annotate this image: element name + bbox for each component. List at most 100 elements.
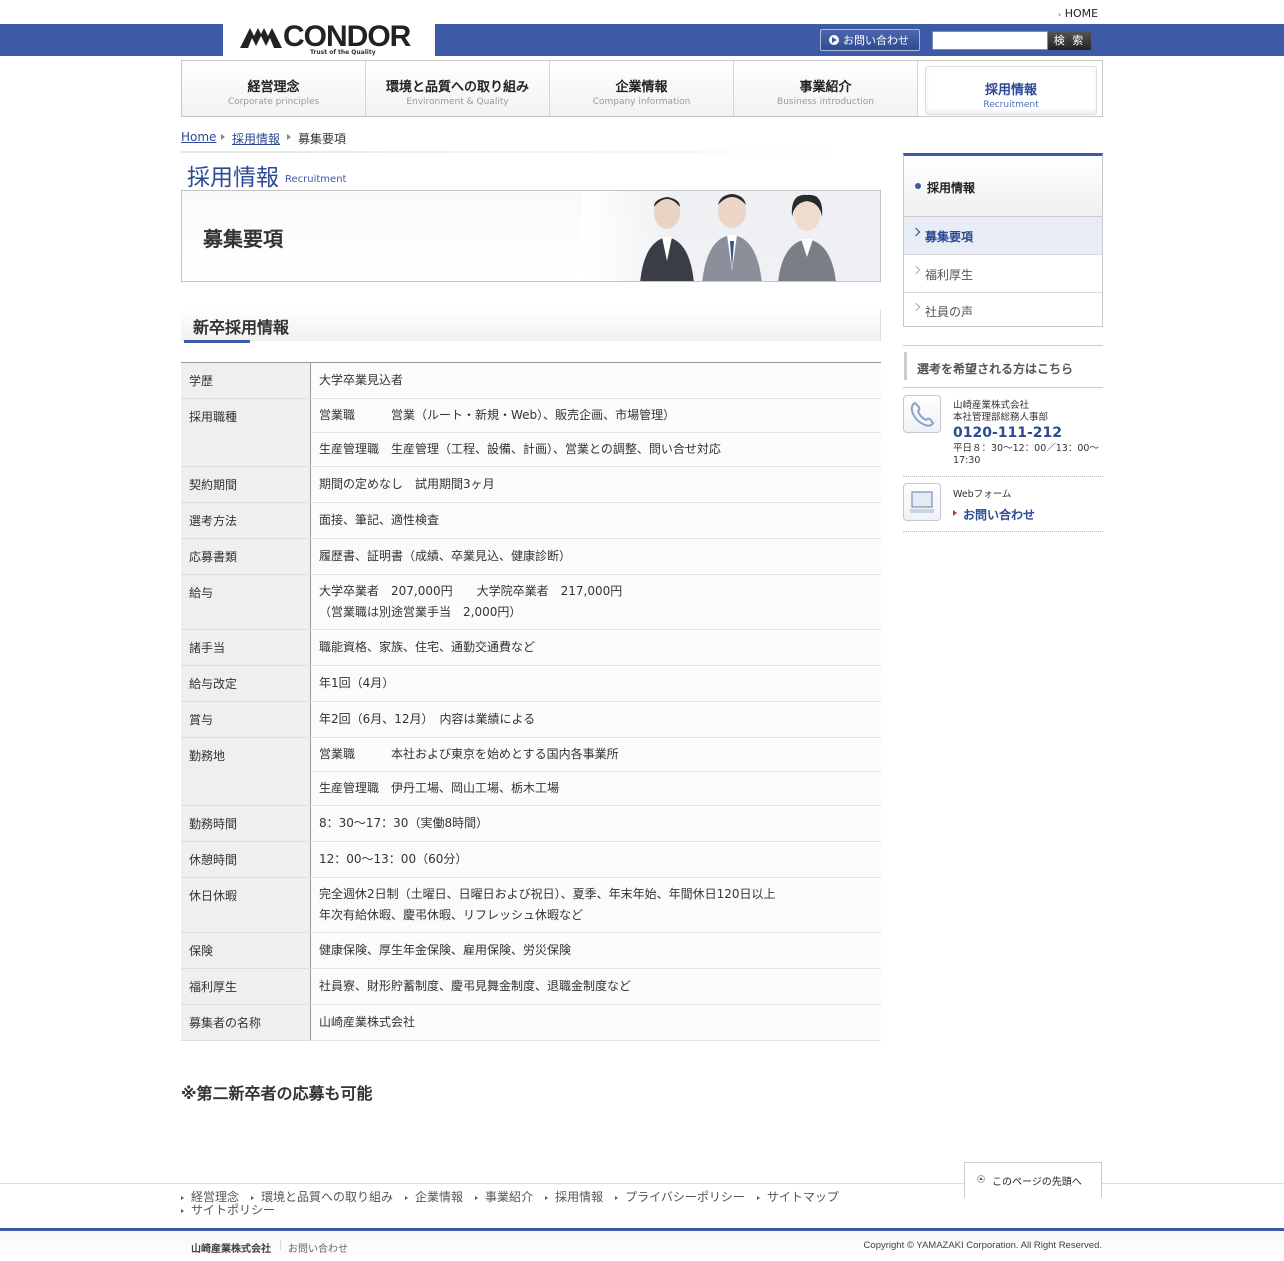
row-label: 諸手当 — [181, 629, 311, 666]
row-value: 職能資格、家族、住宅、通勤交通費など — [310, 629, 881, 666]
row-label: 選考方法 — [181, 502, 311, 539]
chevron-right-icon — [911, 302, 921, 312]
nav-business-introduction[interactable]: 事業紹介 Business introduction — [734, 61, 918, 116]
row-value-line: 12：00～13：00（60分） — [319, 852, 468, 866]
row-value-line: 健康保険、厚生年金保険、雇用保険、労災保険 — [319, 943, 572, 957]
row-value-line: 期間の定めなし 試用期間3ヶ月 — [319, 477, 495, 491]
phone-number[interactable]: 0120-111-212 — [953, 425, 1062, 441]
heading-rule — [181, 151, 881, 153]
table-row: 給与改定 年1回（4月） — [181, 665, 881, 702]
row-value: 健康保険、厚生年金保険、雇用保険、労災保険 — [310, 932, 881, 969]
footer-links: 経営理念 環境と品質への取り組み 企業情報 事業紹介 採用情報 プライバシーポリシー サイト… — [181, 1191, 881, 1217]
row-value-line: 大学卒業見込者 — [319, 373, 404, 387]
footer-contact-link[interactable]: お問い合わせ — [288, 1240, 348, 1255]
row-value-line: 完全週休2日制（土曜日、日曜日および祝日）、夏季、年末年始、年間休日120日以上 — [319, 887, 776, 901]
footer-link[interactable]: 事業紹介 — [475, 1191, 533, 1204]
row-value: 年2回（6月、12月） 内容は業績による — [310, 701, 881, 738]
table-row: 賞与 年2回（6月、12月） 内容は業績による — [181, 701, 881, 738]
table-row: 保険 健康保険、厚生年金保険、雇用保険、労災保険 — [181, 932, 881, 969]
contact-button[interactable]: お問い合わせ — [820, 29, 920, 51]
row-value-line: 山崎産業株式会社 — [319, 1015, 416, 1029]
row-value-line: （営業職は別途営業手当 2,000円） — [319, 605, 522, 619]
nav-recruitment[interactable]: 採用情報 Recruitment — [918, 61, 1102, 116]
footer-link[interactable]: サイトマップ — [756, 1191, 839, 1204]
page-top-button[interactable]: このページの先頭へ — [964, 1162, 1102, 1198]
row-value-line: 社員寮、財形貯蓄制度、慶弔見舞金制度、退職金制度など — [319, 979, 632, 993]
table-row: 募集者の名称 山崎産業株式会社 — [181, 1004, 881, 1041]
row-label: 休日休暇 — [181, 877, 311, 933]
second-graduate-note: ※第二新卒者の応募も可能 — [181, 1084, 373, 1103]
web-contact-link[interactable]: お問い合わせ — [963, 506, 1035, 523]
row-value: 8：30～17：30（実働8時間） — [310, 805, 881, 842]
logo-tagline: Trust of the Quality — [310, 49, 376, 56]
apply-heading-bar — [904, 352, 907, 380]
search-button[interactable]: 検 索 — [1048, 31, 1091, 50]
home-link[interactable]: › HOME — [1058, 7, 1098, 20]
row-value: 履歴書、証明書（成績、卒業見込、健康診断） — [310, 538, 881, 575]
condor-mark-icon — [240, 28, 282, 48]
row-label: 学歴 — [181, 362, 311, 399]
row-label: 福利厚生 — [181, 968, 311, 1005]
row-value: 年1回（4月） — [310, 665, 881, 702]
row-value: 営業職 営業（ルート・新規・Web）、販売企画、市場管理） — [310, 398, 881, 433]
footer-link[interactable]: 採用情報 — [545, 1191, 603, 1204]
row-label: 契約期間 — [181, 466, 311, 503]
row-value-line: 年2回（6月、12月） 内容は業績による — [319, 712, 536, 726]
sidebar-item-welfare[interactable]: 福利厚生 — [904, 255, 1102, 293]
row-value: 面接、筆記、適性検査 — [310, 502, 881, 539]
footer-company[interactable]: 山崎産業株式会社 — [191, 1240, 271, 1255]
phone-icon — [903, 395, 941, 433]
table-row: 休日休暇 完全週休2日制（土曜日、日曜日および祝日）、夏季、年末年始、年間休日12… — [181, 877, 881, 933]
table-row: 勤務時間 8：30～17：30（実働8時間） — [181, 805, 881, 842]
phone-contact: 山崎産業株式会社 本社管理部総務人事部 0120-111-212 平日８：30～… — [903, 395, 1103, 477]
nav-company-information[interactable]: 企業情報 Company information — [550, 61, 734, 116]
table-row: 休憩時間 12：00～13：00（60分） — [181, 841, 881, 878]
search-input[interactable] — [932, 31, 1048, 50]
row-label: 給与改定 — [181, 665, 311, 702]
phone-company: 山崎産業株式会社 — [953, 400, 1030, 411]
breadcrumb-current: 募集要項 — [298, 132, 347, 146]
breadcrumb-recruitment[interactable]: 採用情報 — [232, 130, 280, 147]
row-label: 賞与 — [181, 701, 311, 738]
section-heading: 新卒採用情報 — [181, 309, 881, 343]
table-row: 学歴 大学卒業見込者 — [181, 362, 881, 399]
section-underline — [184, 340, 250, 343]
row-label: 応募書類 — [181, 538, 311, 575]
bullet-icon — [915, 183, 921, 189]
row-value-line: 職能資格、家族、住宅、通勤交通費など — [319, 640, 536, 654]
row-label: 採用職種 — [181, 398, 311, 467]
nav-corporate-principles[interactable]: 経営理念 Corporate principles — [182, 61, 366, 116]
web-contact: Webフォーム お問い合わせ — [903, 482, 1103, 532]
breadcrumb-arrow-icon — [221, 134, 225, 140]
section-title: 新卒採用情報 — [193, 318, 290, 337]
staff-photo — [582, 191, 880, 281]
breadcrumb-home[interactable]: Home — [181, 130, 216, 144]
table-row: 応募書類 履歴書、証明書（成績、卒業見込、健康診断） — [181, 538, 881, 575]
chevron-right-icon — [911, 265, 921, 275]
nav-environment-quality[interactable]: 環境と品質への取り組み Environment & Quality — [366, 61, 550, 116]
row-label: 保険 — [181, 932, 311, 969]
sidebar-item-requirements[interactable]: 募集要項 — [904, 217, 1102, 255]
table-row: 給与 大学卒業者 207,000円 大学院卒業者 217,000円 （営業職は別途営… — [181, 574, 881, 630]
computer-icon — [903, 483, 941, 521]
recruitment-table: 学歴 大学卒業見込者 採用職種 営業職 営業（ルート・新規・Web）、販売企画、市場管… — [181, 362, 881, 1041]
row-value: 山崎産業株式会社 — [310, 1004, 881, 1041]
row-value: 大学卒業見込者 — [310, 362, 881, 399]
row-value: 12：00～13：00（60分） — [310, 841, 881, 878]
copyright: Copyright © YAMAZAKI Corporation. All Ri… — [863, 1240, 1102, 1251]
row-value-line: 年1回（4月） — [319, 676, 395, 690]
footer-link[interactable]: 企業情報 — [405, 1191, 463, 1204]
footer-separator: | — [279, 1240, 283, 1251]
row-value: 営業職 本社および東京を始めとする国内各事業所 — [310, 737, 881, 772]
sidebar-menu: 採用情報 募集要項 福利厚生 社員の声 — [903, 153, 1103, 327]
footer-link[interactable]: サイトポリシー — [181, 1204, 275, 1217]
table-row: 採用職種 営業職 営業（ルート・新規・Web）、販売企画、市場管理） — [181, 398, 881, 467]
sidebar-item-voices[interactable]: 社員の声 — [904, 292, 1102, 329]
row-value-line: 8：30～17：30（実働8時間） — [319, 816, 489, 830]
page-banner: 募集要項 — [181, 190, 881, 282]
web-form-label: Webフォーム — [953, 489, 1012, 500]
row-value-line: 面接、筆記、適性検査 — [319, 513, 440, 527]
phone-hours: 平日８：30～12：00／13：00～17:30 — [953, 443, 1099, 466]
global-nav: 経営理念 Corporate principles 環境と品質への取り組み Envi… — [181, 60, 1103, 117]
footer-link[interactable]: プライバシーポリシー — [615, 1191, 745, 1204]
